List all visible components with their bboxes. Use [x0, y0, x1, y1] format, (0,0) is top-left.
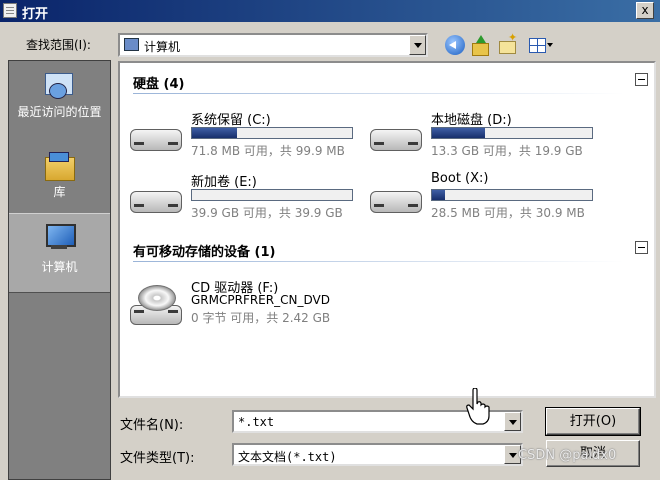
file-list: 硬盘 (4) 系统保留 (C:) 71.8 MB 可用，共 99.9 MB 本地…: [118, 61, 656, 398]
place-library[interactable]: 库: [9, 145, 110, 211]
drive-name: 新加卷 (E:): [191, 175, 257, 190]
drive-name: 本地磁盘 (D:): [431, 113, 512, 128]
place-library-label: 库: [53, 185, 66, 199]
view-menu-icon[interactable]: [528, 35, 554, 55]
window-title: 打开: [22, 7, 49, 22]
drive-item[interactable]: 系统保留 (C:) 71.8 MB 可用，共 99.9 MB: [128, 109, 368, 165]
group-hard-disks: 硬盘 (4): [133, 77, 185, 92]
filename-value: *.txt: [238, 415, 275, 429]
usage-bar: [191, 127, 353, 139]
hard-drive-icon: [128, 117, 184, 157]
chevron-down-icon[interactable]: [504, 412, 521, 431]
place-computer[interactable]: 计算机: [9, 213, 110, 293]
drive-usage: 71.8 MB 可用，共 99.9 MB: [191, 144, 345, 158]
new-folder-icon[interactable]: [498, 31, 518, 55]
lookin-value: 计算机: [144, 40, 181, 54]
hand-cursor-icon: [466, 388, 490, 425]
group-removable: 有可移动存储的设备 (1): [133, 245, 276, 260]
open-dialog: 打开 x 查找范围(I): 计算机 最近访问的位置 库 计算机 硬盘 (4) 系…: [0, 0, 660, 480]
back-icon[interactable]: [445, 35, 465, 55]
drive-item[interactable]: 本地磁盘 (D:) 13.3 GB 可用，共 19.9 GB: [368, 109, 608, 165]
drive-item[interactable]: 新加卷 (E:) 39.9 GB 可用，共 39.9 GB: [128, 171, 368, 227]
usage-bar-fill: [192, 128, 237, 138]
lookin-dropdown[interactable]: 计算机: [118, 33, 428, 57]
drive-usage: 28.5 MB 可用，共 30.9 MB: [431, 206, 585, 220]
group-divider: [133, 261, 624, 262]
drive-item[interactable]: Boot (X:) 28.5 MB 可用，共 30.9 MB: [368, 171, 608, 227]
filetype-label: 文件类型(T):: [120, 451, 195, 466]
disc-label: GRMCPRFRER_CN_DVD: [191, 293, 330, 307]
library-icon: [43, 149, 75, 181]
lookin-label: 查找范围(I):: [26, 38, 91, 52]
filetype-value: 文本文档(*.txt): [238, 450, 337, 464]
usage-bar: [191, 189, 353, 201]
places-bar: 最近访问的位置 库 计算机: [8, 60, 111, 480]
open-button[interactable]: 打开(O): [545, 407, 641, 436]
filetype-dropdown[interactable]: 文本文档(*.txt): [232, 443, 523, 466]
computer-small-icon: [124, 38, 139, 51]
hard-drive-icon: [128, 179, 184, 219]
collapse-icon[interactable]: [635, 73, 648, 86]
filename-label: 文件名(N):: [120, 418, 184, 433]
notepad-icon: [3, 3, 17, 18]
drive-usage: 39.9 GB 可用，共 39.9 GB: [191, 206, 343, 220]
drive-usage: 0 字节 可用，共 2.42 GB: [191, 311, 331, 325]
drive-name: Boot (X:): [431, 171, 489, 186]
cd-drive-icon: [128, 285, 184, 325]
group-divider: [133, 93, 624, 94]
place-computer-label: 计算机: [41, 260, 78, 274]
place-recent[interactable]: 最近访问的位置: [9, 65, 110, 145]
hard-drive-icon: [368, 179, 424, 219]
watermark: CSDN @paldx0: [518, 448, 617, 463]
drive-name: 系统保留 (C:): [191, 113, 271, 128]
hard-drive-icon: [368, 117, 424, 157]
usage-bar: [431, 189, 593, 201]
drive-usage: 13.3 GB 可用，共 19.9 GB: [431, 144, 583, 158]
drive-item[interactable]: CD 驱动器 (F:) GRMCPRFRER_CN_DVD 0 字节 可用，共 …: [128, 277, 368, 333]
disc-icon: [138, 285, 176, 311]
place-recent-label: 最近访问的位置: [17, 105, 102, 119]
up-folder-icon[interactable]: [470, 35, 490, 56]
usage-bar: [431, 127, 593, 139]
recent-places-icon: [43, 69, 75, 101]
close-button[interactable]: x: [636, 2, 654, 19]
collapse-icon[interactable]: [635, 241, 648, 254]
title-bar: 打开 x: [0, 0, 660, 22]
computer-icon: [43, 222, 76, 254]
usage-bar-fill: [432, 190, 445, 200]
chevron-down-icon[interactable]: [409, 35, 426, 55]
usage-bar-fill: [432, 128, 485, 138]
